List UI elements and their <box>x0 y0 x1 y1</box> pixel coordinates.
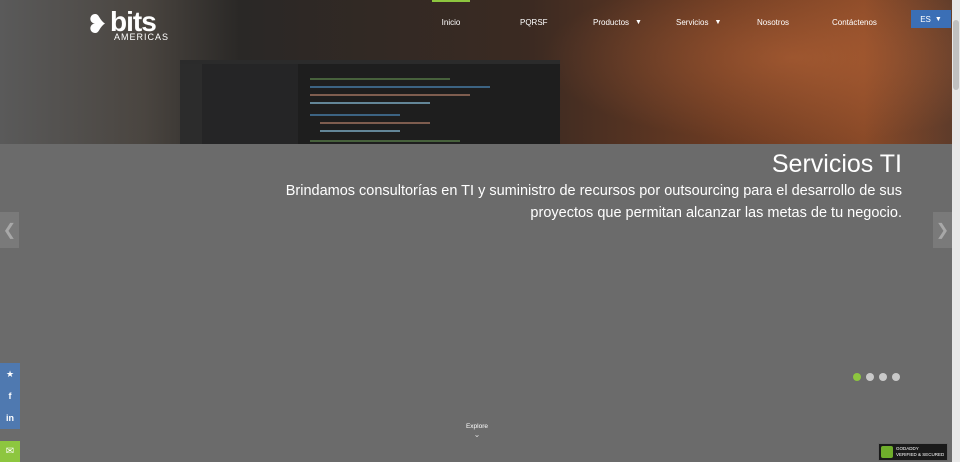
logo-flame-icon: ❥ <box>86 9 108 39</box>
nav-item-pqrsf[interactable]: PQRSF <box>520 0 548 44</box>
twitter-icon: ★ <box>5 368 15 379</box>
code-line <box>310 140 460 142</box>
caret-down-icon: ▼ <box>714 18 722 26</box>
hero-description: Brindamos consultorías en TI y suministr… <box>285 183 902 221</box>
hero-title: Servicios TI <box>771 150 902 178</box>
nav-label: Nosotros <box>757 17 790 27</box>
nav-item-servicios[interactable]: Servicios ▼ <box>676 0 721 44</box>
badge-text: GODADDY VERIFIED & SECURED <box>896 446 944 458</box>
nav-label: PQRSF <box>520 17 548 27</box>
code-line <box>310 86 490 88</box>
editor-file-tree <box>202 64 298 144</box>
nav-label: Contáctenos <box>832 17 877 27</box>
linkedin-button[interactable]: in <box>0 407 20 429</box>
nav-item-nosotros[interactable]: Nosotros <box>757 0 789 44</box>
mail-icon: ✉ <box>5 446 15 457</box>
badge-label: VERIFIED & SECURED <box>896 452 945 457</box>
caret-down-icon: ▼ <box>934 15 942 23</box>
shield-icon <box>881 446 893 458</box>
code-line <box>320 130 400 132</box>
chevron-left-icon: ❮ <box>2 222 17 239</box>
security-badge[interactable]: GODADDY VERIFIED & SECURED <box>878 443 948 461</box>
nav-item-inicio[interactable]: Inicio <box>432 0 470 44</box>
carousel-dot[interactable] <box>853 373 861 381</box>
twitter-button[interactable]: ★ <box>0 363 20 385</box>
brand-logo[interactable]: ❥ bits AMERICAS <box>86 6 172 44</box>
carousel-dot[interactable] <box>866 373 874 381</box>
badge-brand: GODADDY <box>896 446 919 451</box>
facebook-button[interactable]: f <box>0 385 20 407</box>
explore-link[interactable]: Explore ⌄ <box>465 423 489 439</box>
nav-item-productos[interactable]: Productos ▼ <box>593 0 642 44</box>
nav-label: Servicios <box>676 17 709 27</box>
chevron-down-icon: ⌄ <box>473 430 481 439</box>
code-line <box>310 102 430 104</box>
carousel-dot[interactable] <box>879 373 887 381</box>
carousel-indicators <box>853 373 900 381</box>
nav-label: Inicio <box>441 17 461 27</box>
editor-activity-bar <box>180 64 202 144</box>
code-line <box>310 114 400 116</box>
linkedin-icon: in <box>6 413 14 423</box>
code-line <box>320 122 430 124</box>
caret-down-icon: ▼ <box>635 18 642 26</box>
code-line <box>310 78 450 80</box>
mail-button[interactable]: ✉ <box>0 441 20 462</box>
explore-label: Explore <box>465 423 489 430</box>
code-editor-screen <box>180 60 560 144</box>
carousel-next-button[interactable]: ❯ <box>933 212 952 248</box>
chevron-right-icon: ❯ <box>935 222 950 239</box>
language-label: ES <box>920 14 931 24</box>
nav-item-contactenos[interactable]: Contáctenos <box>832 0 877 44</box>
language-selector[interactable]: ES ▼ <box>911 10 951 28</box>
nav-label: Productos <box>593 17 630 27</box>
carousel-dot[interactable] <box>892 373 900 381</box>
facebook-icon: f <box>8 391 12 401</box>
code-line <box>310 94 470 96</box>
social-sidebar: ★ f in <box>0 363 20 429</box>
logo-subtitle: AMERICAS <box>114 32 170 42</box>
page-scrollbar[interactable] <box>952 0 960 462</box>
scrollbar-thumb[interactable] <box>953 20 959 90</box>
carousel-prev-button[interactable]: ❮ <box>0 212 19 248</box>
